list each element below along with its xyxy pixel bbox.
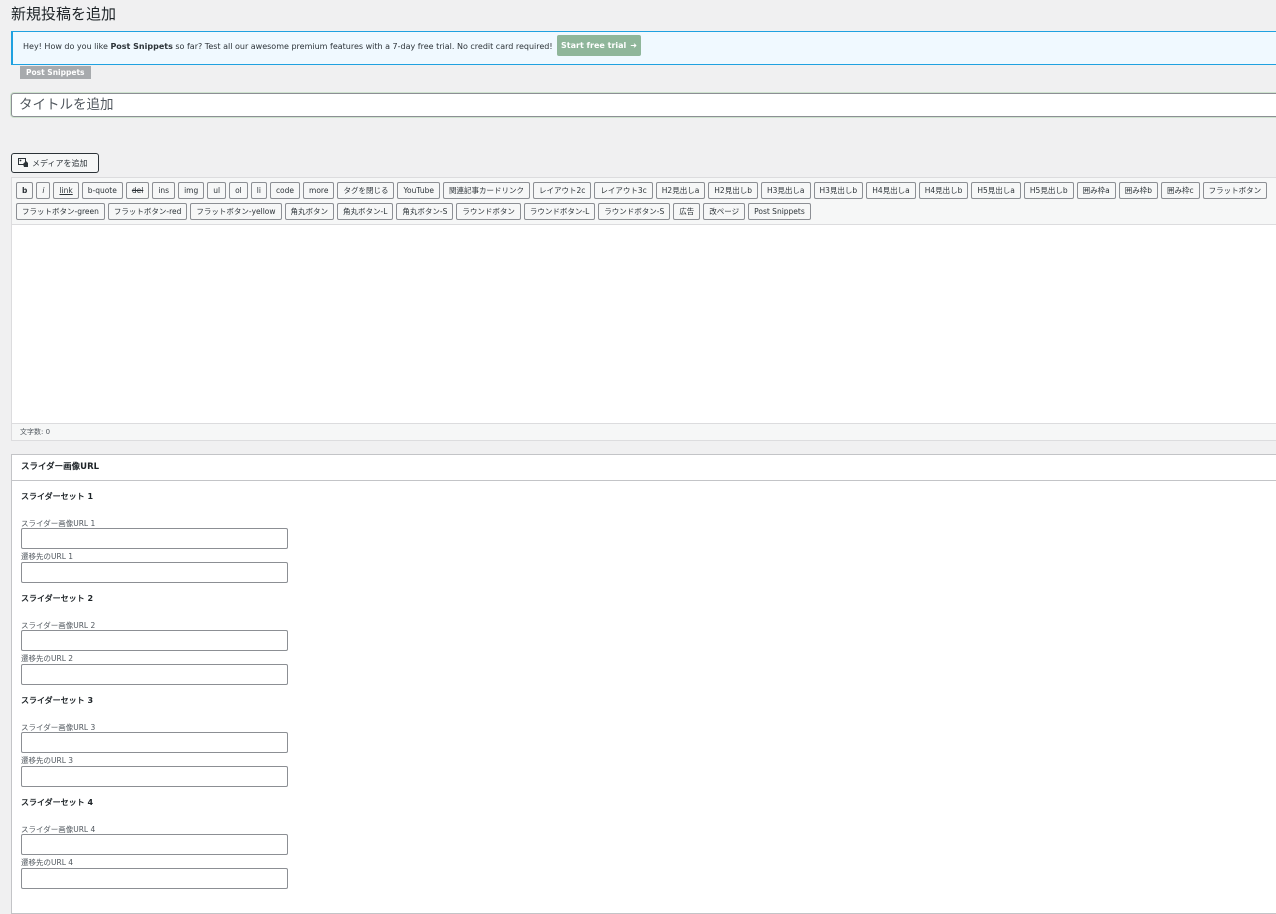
toolbar-button[interactable]: 角丸ボタン-S [396,203,454,220]
toolbar-button[interactable]: b [16,182,34,199]
toolbar-button[interactable]: 囲み枠b [1118,182,1158,199]
post-editor: b i link b-quote del ins img ul ol li code more タグを閉… [11,177,1276,441]
toolbar-button[interactable]: b-quote [81,182,123,199]
slider-image-url-input[interactable] [21,528,288,549]
slider-link-url-input[interactable] [21,562,288,583]
toolbar-button[interactable]: 角丸ボタン-L [337,203,394,220]
toolbar-button[interactable]: 関連記事カードリンク [442,182,530,199]
toolbar-button[interactable]: ul [207,182,227,199]
start-free-trial-button[interactable]: Start free trial ➜ [557,35,641,56]
toolbar-button[interactable]: レイアウト2c [532,182,592,199]
slider-set-title: スライダーセット 2 [21,594,94,603]
editor-textarea[interactable] [12,224,1276,424]
word-count: 文字数: 0 [12,423,1276,440]
toolbar-button[interactable]: ラウンドボタン-L [523,203,596,220]
toolbar-button[interactable]: ins [152,182,176,199]
toolbar-button[interactable]: 囲み枠c [1160,182,1200,199]
toolbar-button[interactable]: H5見出しb [1023,182,1074,199]
toolbar-button[interactable]: link [53,182,79,199]
metabox-title: スライダー画像URL [12,455,1276,481]
toolbar-button[interactable]: H2見出しb [708,182,758,199]
toolbar-button[interactable]: li [250,182,267,199]
toolbar-button[interactable]: H2見出しa [655,182,706,199]
toolbar-button[interactable]: 囲み枠a [1076,182,1116,199]
toolbar-button[interactable]: H4見出しb [918,182,969,199]
post-title-input[interactable]: タイトルを追加 [11,93,1276,117]
toolbar-button[interactable]: more [303,182,335,199]
toolbar-button[interactable]: code [269,182,301,199]
toolbar-button[interactable]: YouTube [397,182,440,199]
toolbar-button[interactable]: タグを閉じる [337,182,395,199]
toolbar-button[interactable]: 角丸ボタン [284,203,335,220]
slider-image-url-input[interactable] [21,834,288,855]
slider-link-label: 遷移先のURL 4 [21,858,74,867]
slider-link-label: 遷移先のURL 2 [21,654,74,663]
notice-text: Hey! How do you like Post Snippets so fa… [23,42,553,51]
slider-image-url-input[interactable] [21,630,288,651]
toolbar-button[interactable]: フラットボタン-green [16,203,105,220]
toolbar-row-1: b i link b-quote del ins img ul ol li code more タグを閉… [16,182,1268,199]
slider-link-label: 遷移先のURL 1 [21,552,74,561]
toolbar-button[interactable]: H4見出しa [866,182,916,199]
toolbar-button[interactable]: del [125,182,150,199]
slider-link-url-input[interactable] [21,664,288,685]
toolbar-button[interactable]: H3見出しa [760,182,811,199]
toolbar-button[interactable]: 改ページ [703,203,746,220]
promo-notice: Hey! How do you like Post Snippets so fa… [11,31,1276,65]
toolbar-button[interactable]: ol [229,182,248,199]
toolbar-button[interactable]: 広告 [673,203,701,220]
toolbar-button[interactable]: ラウンドボタン [456,203,521,220]
page-title: 新規投稿を追加 [11,5,117,23]
toolbar-button[interactable]: H3見出しb [813,182,864,199]
toolbar-button[interactable]: フラットボタン-red [107,203,188,220]
toolbar-button[interactable]: img [178,182,205,199]
toolbar-button[interactable]: H5見出しa [971,182,1021,199]
toolbar-button[interactable]: Post Snippets [748,203,811,220]
slider-link-url-input[interactable] [21,868,288,889]
add-media-button[interactable]: メディアを追加 [11,153,99,173]
slider-set-title: スライダーセット 4 [21,798,94,807]
toolbar-button[interactable]: i [36,182,51,199]
slider-link-url-input[interactable] [21,766,288,787]
slider-set-title: スライダーセット 3 [21,696,94,705]
quicktags-toolbar: b i link b-quote del ins img ul ol li code more タグを閉… [12,178,1276,225]
slider-link-label: 遷移先のURL 3 [21,756,74,765]
slider-image-url-input[interactable] [21,732,288,753]
toolbar-button[interactable]: レイアウト3c [594,182,653,199]
slider-metabox: スライダー画像URL スライダーセット 1 スライダー画像URL 1 遷移先のURL… [11,454,1276,914]
slider-set-title: スライダーセット 1 [21,492,94,501]
toolbar-button[interactable]: フラットボタン-yellow [190,203,282,220]
media-icon [18,158,28,167]
arrow-right-icon: ➜ [630,41,637,50]
toolbar-button[interactable]: ラウンドボタン-S [598,203,671,220]
post-snippets-tag: Post Snippets [20,66,91,79]
toolbar-row-2: フラットボタン-green フラットボタン-red フラットボタン-yellow 角丸… [16,203,811,220]
toolbar-button[interactable]: フラットボタン [1202,182,1268,199]
